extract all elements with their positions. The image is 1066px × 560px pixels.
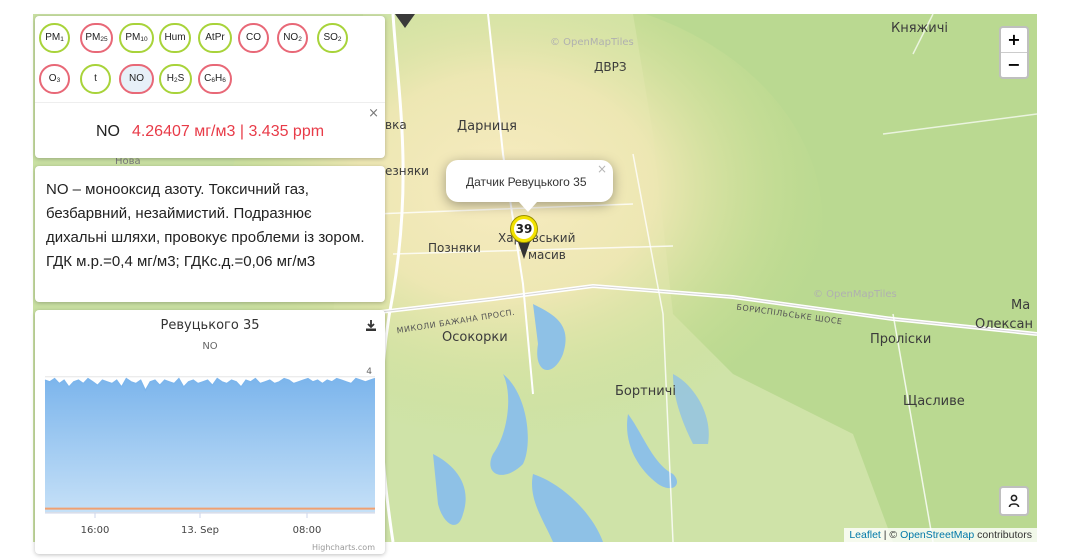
pollutant-panel: PM1 PM25 PM10 Hum AtPr CO NO2 SO2 O3 t NO H2S C6H6 ×… bbox=[35, 16, 385, 158]
map-label-knyazhychi: Княжичі bbox=[891, 21, 949, 36]
description-panel: NO – монооксид азоту. Токсичний газ, без… bbox=[35, 166, 385, 302]
popup-tip bbox=[519, 202, 537, 212]
pollutant-button-7[interactable]: SO2 bbox=[317, 23, 348, 53]
pollutant-button-8[interactable]: O3 bbox=[39, 64, 70, 94]
zoom-control: + − bbox=[999, 26, 1029, 79]
pollutant-button-6[interactable]: NO2 bbox=[277, 23, 308, 53]
map-label-proliski: Пролiски bbox=[870, 332, 932, 347]
pollutant-description: NO – монооксид азоту. Токсичний газ, без… bbox=[46, 181, 365, 270]
osm-link[interactable]: OpenStreetMap bbox=[900, 529, 974, 541]
chart-title: Ревуцького 35 bbox=[160, 318, 260, 333]
map-tiles-credit: © OpenMapTiles bbox=[550, 37, 634, 48]
map-attribution: Leaflet | © OpenStreetMap contributors bbox=[844, 528, 1037, 542]
popup-close-icon[interactable]: × bbox=[597, 162, 607, 176]
zoom-in-button[interactable]: + bbox=[1001, 28, 1027, 52]
map-label-bortnychi: Бортничі bbox=[615, 384, 676, 399]
map-label-zniaky: езняки bbox=[385, 164, 429, 178]
person-icon bbox=[1008, 494, 1020, 507]
pollutant-button-12[interactable]: C6H6 bbox=[198, 64, 232, 94]
pollutant-name: NO bbox=[95, 123, 120, 140]
current-value-row: NO 4.26407 мг/м3 | 3.435 ppm bbox=[35, 123, 385, 141]
map-label-vka: вка bbox=[385, 118, 407, 132]
pollutant-button-3[interactable]: Hum bbox=[159, 23, 191, 53]
x-tick-2: 08:00 bbox=[293, 525, 322, 536]
pollutant-button-10[interactable]: NO bbox=[119, 64, 154, 94]
map-label-pozniaky: Позняки bbox=[428, 241, 481, 255]
map-label-dvrz: ДВРЗ bbox=[594, 60, 627, 74]
chart-panel: 02416:0013. Sep08:00 Ревуцького 35 NO Hi… bbox=[35, 310, 385, 554]
sensor-popup: Датчик Ревуцького 35 × bbox=[446, 160, 613, 212]
map-label-darnytsia: Дарниця bbox=[457, 119, 517, 134]
pollutant-value: 4.26407 мг/м3 | 3.435 ppm bbox=[131, 123, 325, 140]
pollutant-button-0[interactable]: PM1 bbox=[39, 23, 70, 53]
pollutant-button-9[interactable]: t bbox=[80, 64, 111, 94]
attribution-tail: contributors bbox=[974, 529, 1032, 541]
pollutant-button-2[interactable]: PM10 bbox=[119, 23, 154, 53]
leaflet-link[interactable]: Leaflet bbox=[849, 529, 881, 541]
download-icon[interactable] bbox=[366, 320, 376, 334]
panel-divider bbox=[35, 102, 385, 103]
map-tiles-credit-2: © OpenMapTiles bbox=[813, 289, 897, 300]
top-map-marker[interactable] bbox=[395, 14, 415, 28]
map-label-masyv: масив bbox=[528, 248, 566, 262]
x-tick-1: 13. Sep bbox=[181, 525, 219, 536]
locate-button[interactable] bbox=[999, 486, 1029, 516]
x-tick-0: 16:00 bbox=[81, 525, 110, 536]
map-label-oleksan: Олексан bbox=[975, 317, 1034, 332]
zoom-out-button[interactable]: − bbox=[1001, 52, 1027, 77]
map-label-shchaslyve: Щасливе bbox=[903, 394, 965, 409]
pollutant-button-5[interactable]: CO bbox=[238, 23, 269, 53]
marker-value: 39 bbox=[514, 219, 534, 239]
attribution-separator: | © bbox=[880, 529, 901, 541]
y-tick-2: 4 bbox=[366, 367, 372, 377]
pollutant-button-1[interactable]: PM25 bbox=[80, 23, 113, 53]
map-label-ma: Ма bbox=[1011, 298, 1031, 313]
map-label-osokorky: Осокорки bbox=[442, 330, 508, 345]
panel-close-icon[interactable]: × bbox=[368, 106, 379, 121]
pollutant-button-4[interactable]: AtPr bbox=[198, 23, 232, 53]
series-area-NO bbox=[45, 378, 375, 512]
chart-subtitle: NO bbox=[202, 341, 218, 352]
pollutant-button-11[interactable]: H2S bbox=[159, 64, 192, 94]
popup-text: Датчик Ревуцького 35 bbox=[466, 175, 587, 189]
highcharts-credit[interactable]: Highcharts.com bbox=[312, 543, 375, 552]
